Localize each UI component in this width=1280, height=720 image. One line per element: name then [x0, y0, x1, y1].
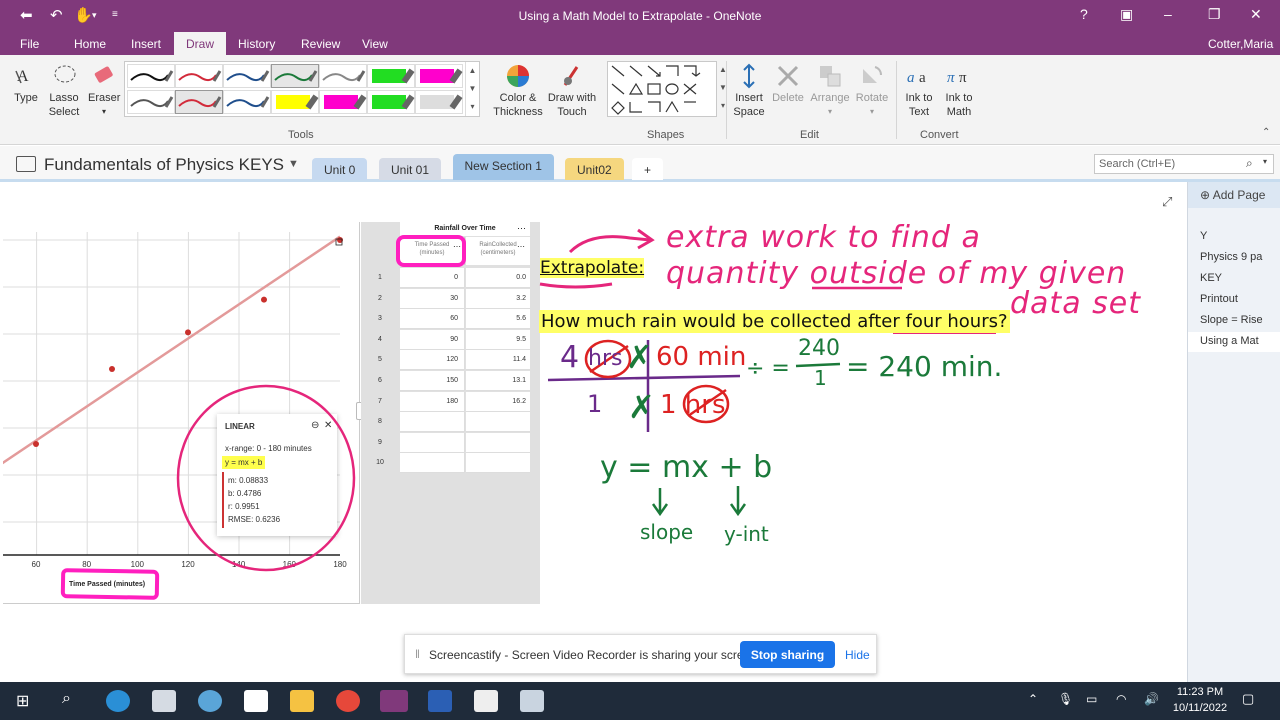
windows-start-icon[interactable]: ⊞	[16, 691, 29, 711]
stop-sharing-button[interactable]: Stop sharing	[740, 641, 835, 668]
share-message: Screencastify - Screen Video Recorder is…	[429, 648, 761, 662]
page-list-item[interactable]: Using a Mat	[1188, 332, 1280, 352]
multiply-icon: ✗	[626, 338, 653, 376]
conv-1: 1	[587, 390, 603, 418]
word-icon[interactable]	[428, 690, 452, 712]
page-list-item[interactable]: Y	[1200, 230, 1278, 242]
microphone-icon[interactable]: 🎙	[1058, 692, 1073, 706]
search-icon[interactable]: ⌕	[62, 690, 71, 708]
definition-line-3: data set	[1010, 286, 1141, 321]
close-icon[interactable]: ✕	[1250, 6, 1262, 23]
conv-hrs: hrs	[588, 346, 623, 371]
screen-share-bar: ‖ Screencastify - Screen Video Recorder …	[404, 634, 877, 674]
onenote-icon[interactable]	[380, 690, 408, 712]
search-scope-dropdown-icon[interactable]: ▾	[1263, 157, 1267, 166]
conv-1hrs: 1 hrs	[660, 390, 726, 420]
definition-line-1: extra work to find a	[666, 220, 981, 255]
store-icon[interactable]	[152, 690, 176, 712]
clock-time[interactable]: 11:23 PM	[1170, 686, 1230, 698]
wifi-icon[interactable]: ◠	[1116, 692, 1126, 706]
page-list-item[interactable]: Slope = Rise	[1200, 314, 1278, 326]
linear-formula: y = mx + b	[600, 450, 773, 485]
page-list-item[interactable]: KEY	[1200, 272, 1278, 284]
taskbar: ⊞ ⌕ ⌃ 🎙 ▭ ◠ 🔊 11:23 PM 10/11/2022 ▢	[0, 682, 1280, 720]
multiply-icon-2: ✗	[628, 388, 655, 426]
add-page-button[interactable]: ⊕ Add Page	[1188, 182, 1280, 208]
conv-result: = 240 min.	[846, 350, 1003, 383]
page-list: ⊕ Add Page Y Physics 9 pa KEY Printout Slope…	[1187, 182, 1280, 682]
tray-chevron-icon[interactable]: ⌃	[1028, 692, 1038, 706]
graph-app-icon[interactable]	[474, 690, 498, 712]
page-list-item[interactable]: Printout	[1200, 293, 1278, 305]
notifications-icon[interactable]: ▢	[1242, 691, 1254, 707]
collapse-ribbon-icon[interactable]: ⌃	[1262, 127, 1270, 138]
app-icon[interactable]	[198, 690, 222, 712]
add-icon: ⊕	[1200, 188, 1211, 202]
extrapolate-heading: Extrapolate:	[540, 258, 645, 278]
conv-numerator: 240	[798, 336, 840, 361]
page-list-item[interactable]: Physics 9 pa	[1200, 251, 1278, 263]
conv-60min: 60 min	[656, 342, 747, 372]
user-name[interactable]: Cotter,Maria	[1208, 37, 1273, 51]
paint-icon[interactable]	[520, 690, 544, 712]
battery-icon[interactable]: ▭	[1086, 692, 1097, 706]
chrome-icon[interactable]	[336, 690, 360, 712]
conv-denominator: 1	[814, 366, 827, 390]
edge-icon[interactable]	[106, 690, 130, 712]
drag-handle-icon[interactable]: ‖	[415, 647, 420, 661]
slope-label: slope	[640, 520, 694, 544]
maximize-icon[interactable]: ❐	[1208, 6, 1221, 23]
gmail-icon[interactable]	[244, 690, 268, 712]
hide-button[interactable]: Hide	[845, 648, 870, 662]
search-icon[interactable]: ⌕	[1246, 156, 1253, 171]
volume-icon[interactable]: 🔊	[1144, 692, 1159, 706]
clock-date[interactable]: 10/11/2022	[1168, 702, 1232, 714]
conv-4: 4	[560, 340, 580, 375]
question-text: How much rain would be collected after f…	[539, 310, 1010, 333]
yint-label: y-int	[724, 522, 769, 546]
ink-layer	[176, 228, 996, 572]
file-explorer-icon[interactable]	[290, 690, 314, 712]
conv-divide: ÷ =	[746, 356, 790, 381]
